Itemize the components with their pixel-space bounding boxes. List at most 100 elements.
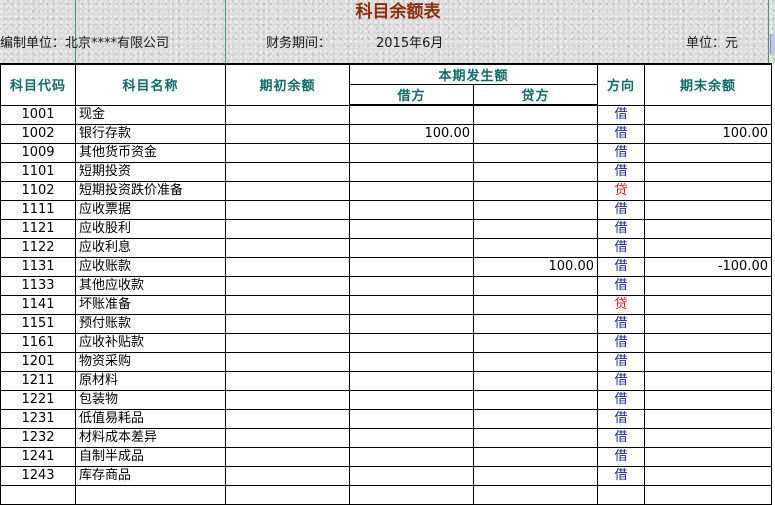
credit-amount-cell[interactable] [472,446,599,467]
direction-cell[interactable]: 贷 [597,180,646,201]
account-name-cell[interactable]: 其他应收款 [75,275,226,296]
opening-balance-cell[interactable] [225,427,350,448]
account-code-cell[interactable]: 1241 [0,446,76,467]
direction-cell[interactable]: 借 [597,351,646,372]
closing-balance-cell[interactable] [644,332,773,353]
opening-balance-cell[interactable] [225,465,350,486]
direction-cell[interactable]: 借 [597,332,646,353]
debit-amount-cell[interactable] [349,446,474,467]
direction-cell[interactable]: 借 [597,199,646,220]
opening-balance-cell[interactable] [225,123,350,144]
account-name-cell[interactable]: 应收补贴款 [75,332,226,353]
account-name-cell[interactable]: 预付账款 [75,313,226,334]
direction-cell[interactable]: 借 [597,408,646,429]
closing-balance-cell[interactable] [644,313,773,334]
account-code-cell[interactable]: 1232 [0,427,76,448]
opening-balance-cell[interactable] [225,332,350,353]
opening-balance-cell[interactable] [225,161,350,182]
closing-balance-cell[interactable] [644,199,773,220]
direction-cell[interactable]: 借 [597,237,646,258]
debit-amount-cell[interactable] [349,294,474,315]
direction-cell[interactable]: 借 [597,123,646,144]
direction-cell[interactable]: 贷 [597,294,646,315]
closing-balance-cell[interactable] [644,104,773,125]
account-name-cell[interactable]: 应收利息 [75,237,226,258]
closing-balance-cell[interactable] [644,370,773,391]
closing-balance-cell[interactable] [644,180,773,201]
opening-balance-cell[interactable] [225,180,350,201]
account-code-cell[interactable]: 1131 [0,256,76,277]
opening-balance-cell[interactable] [225,256,350,277]
closing-balance-cell[interactable] [644,389,773,410]
credit-amount-cell[interactable] [472,199,599,220]
debit-amount-cell[interactable] [349,237,474,258]
direction-cell[interactable]: 借 [597,465,646,486]
debit-amount-cell[interactable] [349,275,474,296]
credit-amount-cell[interactable] [472,180,599,201]
credit-amount-cell[interactable]: 100.00 [472,256,599,277]
debit-amount-cell[interactable] [349,104,474,125]
closing-balance-cell[interactable]: -100.00 [644,256,773,277]
account-code-cell[interactable]: 1161 [0,332,76,353]
closing-balance-cell[interactable] [644,142,773,163]
closing-balance-cell[interactable] [644,237,773,258]
account-code-cell[interactable]: 1101 [0,161,76,182]
account-code-cell[interactable]: 1002 [0,123,76,144]
account-name-cell[interactable]: 材料成本差异 [75,427,226,448]
debit-amount-cell[interactable] [349,313,474,334]
opening-balance-cell[interactable] [225,104,350,125]
account-name-cell[interactable]: 坏账准备 [75,294,226,315]
account-code-cell[interactable]: 1211 [0,370,76,391]
direction-cell[interactable]: 借 [597,370,646,391]
opening-balance-cell[interactable] [225,313,350,334]
opening-balance-cell[interactable] [225,351,350,372]
account-name-cell[interactable]: 现金 [75,104,226,125]
credit-amount-cell[interactable] [472,370,599,391]
account-code-cell[interactable]: 1009 [0,142,76,163]
credit-amount-cell[interactable] [472,465,599,486]
direction-cell[interactable]: 借 [597,218,646,239]
account-name-cell[interactable]: 物资采购 [75,351,226,372]
account-name-cell[interactable]: 自制半成品 [75,446,226,467]
closing-balance-cell[interactable]: 100.00 [644,123,773,144]
credit-amount-cell[interactable] [472,275,599,296]
account-code-cell[interactable]: 1121 [0,218,76,239]
account-name-cell[interactable]: 短期投资 [75,161,226,182]
opening-balance-cell[interactable] [225,446,350,467]
debit-amount-cell[interactable] [349,180,474,201]
debit-amount-cell[interactable] [349,332,474,353]
closing-balance-cell[interactable] [644,465,773,486]
credit-amount-cell[interactable] [472,237,599,258]
debit-amount-cell[interactable] [349,465,474,486]
account-name-cell[interactable]: 短期投资跌价准备 [75,180,226,201]
closing-balance-cell[interactable] [644,351,773,372]
opening-balance-cell[interactable] [225,370,350,391]
account-code-cell[interactable]: 1243 [0,465,76,486]
debit-amount-cell[interactable] [349,256,474,277]
debit-amount-cell[interactable] [349,161,474,182]
direction-cell[interactable]: 借 [597,142,646,163]
credit-amount-cell[interactable] [472,351,599,372]
debit-amount-cell[interactable] [349,427,474,448]
account-name-cell[interactable]: 应收股利 [75,218,226,239]
debit-amount-cell[interactable] [349,142,474,163]
account-code-cell[interactable]: 1221 [0,389,76,410]
credit-amount-cell[interactable] [472,294,599,315]
direction-cell[interactable]: 借 [597,104,646,125]
opening-balance-cell[interactable] [225,294,350,315]
account-code-cell[interactable]: 1231 [0,408,76,429]
opening-balance-cell[interactable] [225,218,350,239]
account-code-cell[interactable]: 1201 [0,351,76,372]
account-name-cell[interactable]: 原材料 [75,370,226,391]
credit-amount-cell[interactable] [472,332,599,353]
account-name-cell[interactable]: 低值易耗品 [75,408,226,429]
account-name-cell[interactable]: 包装物 [75,389,226,410]
opening-balance-cell[interactable] [225,408,350,429]
credit-amount-cell[interactable] [472,104,599,125]
account-code-cell[interactable]: 1111 [0,199,76,220]
account-code-cell[interactable]: 1151 [0,313,76,334]
direction-cell[interactable]: 借 [597,256,646,277]
account-name-cell[interactable]: 应收账款 [75,256,226,277]
account-code-cell[interactable]: 1122 [0,237,76,258]
credit-amount-cell[interactable] [472,408,599,429]
